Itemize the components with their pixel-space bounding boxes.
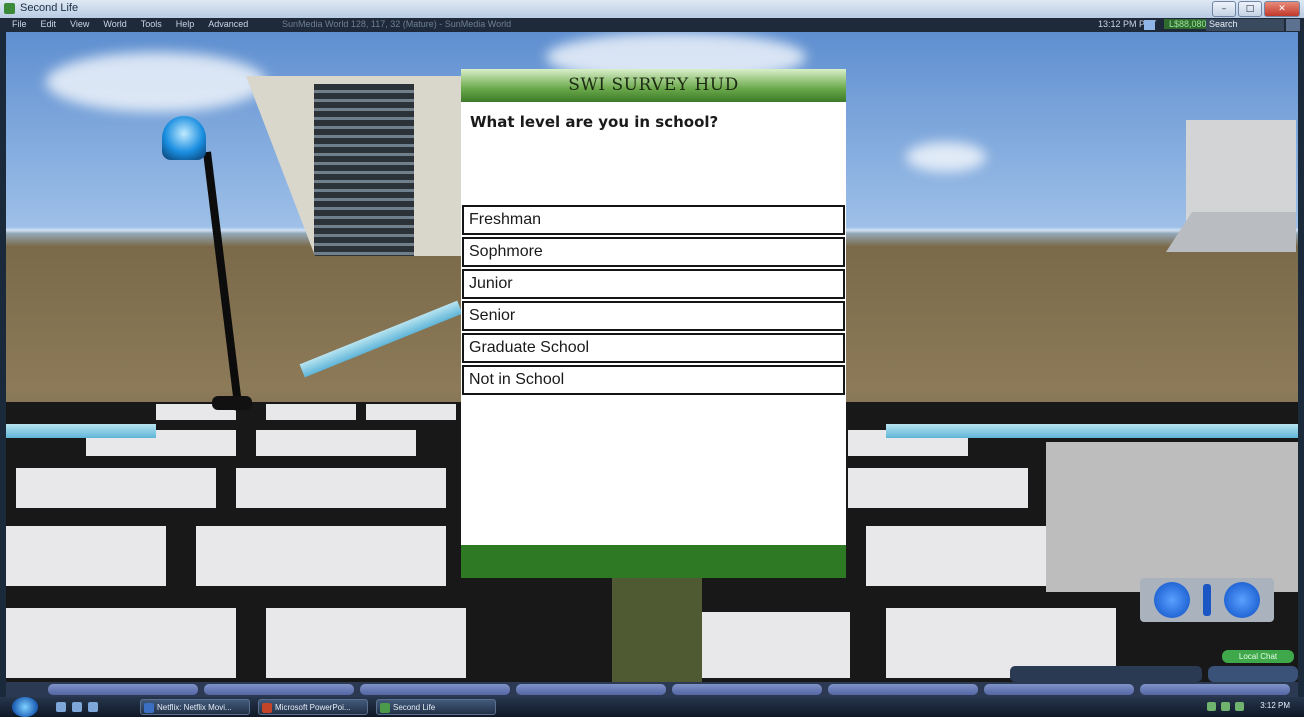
option-junior[interactable]: Junior <box>462 269 845 299</box>
volume-icon[interactable] <box>1221 702 1230 711</box>
maximize-button[interactable]: □ <box>1238 1 1262 17</box>
viewer-toolbar <box>6 682 1298 697</box>
floor-tile <box>700 612 850 678</box>
secondlife-icon <box>380 703 390 713</box>
water-channel <box>6 424 156 438</box>
search-input[interactable]: Search <box>1206 19 1284 31</box>
cloud <box>46 52 266 112</box>
answer-options: Freshman Sophmore Junior Senior Graduate… <box>462 205 845 397</box>
floor-tile <box>848 468 1028 508</box>
option-not-in-school[interactable]: Not in School <box>462 365 845 395</box>
survey-hud-panel: SWI SURVEY HUD What level are you in sch… <box>461 69 846 578</box>
avatar[interactable] <box>612 572 702 682</box>
menu-list: File Edit View World Tools Help Advanced <box>12 19 248 29</box>
water-channel <box>886 424 1298 438</box>
system-tray <box>1207 702 1244 711</box>
tower-windows <box>314 84 414 256</box>
search-button[interactable] <box>1286 19 1300 31</box>
taskbar-item-second-life[interactable]: Second Life <box>376 699 496 715</box>
hud-header: SWI SURVEY HUD <box>461 69 846 102</box>
toolbar-button[interactable] <box>984 684 1134 695</box>
menu-tools[interactable]: Tools <box>141 19 162 29</box>
menu-bar: File Edit View World Tools Help Advanced… <box>0 18 1304 32</box>
location-readout[interactable]: SunMedia World 128, 117, 32 (Mature) - S… <box>282 19 511 29</box>
floor-tile <box>366 404 456 420</box>
hud-title: SWI SURVEY HUD <box>568 75 739 95</box>
window-title-bar: Second Life – □ ✕ <box>0 0 1304 19</box>
local-chat-button[interactable]: Local Chat <box>1222 650 1294 663</box>
floor-tile <box>16 468 216 508</box>
taskbar-item-label: Netflix: Netflix Movi... <box>157 703 232 712</box>
pan-control-icon[interactable] <box>1224 582 1260 618</box>
menu-help[interactable]: Help <box>176 19 195 29</box>
network-icon[interactable] <box>1207 702 1216 711</box>
taskbar-clock[interactable]: 3:12 PM <box>1260 701 1290 710</box>
lamp-base <box>212 396 252 410</box>
glass-tower-building <box>246 76 476 256</box>
explorer-icon[interactable] <box>88 702 98 712</box>
option-senior[interactable]: Senior <box>462 301 845 331</box>
stone-pavement <box>1046 442 1298 592</box>
start-button[interactable] <box>12 697 38 717</box>
lamp-light <box>162 116 206 160</box>
currency-icon <box>1144 20 1155 30</box>
balance-badge[interactable]: L$88,080 <box>1164 19 1212 29</box>
hud-footer <box>461 545 846 578</box>
floor-tile <box>196 526 446 586</box>
floor-tile <box>266 404 356 420</box>
option-freshman[interactable]: Freshman <box>462 205 845 235</box>
toolbar-button[interactable] <box>516 684 666 695</box>
quick-launch <box>56 702 98 712</box>
cloud <box>906 142 986 172</box>
menu-file[interactable]: File <box>12 19 27 29</box>
taskbar-item-label: Second Life <box>393 703 436 712</box>
browser-icon[interactable] <box>72 702 82 712</box>
toolbar-button[interactable] <box>1140 684 1290 695</box>
taskbar-item-label: Microsoft PowerPoi... <box>275 703 351 712</box>
lamp-post <box>203 151 243 411</box>
toolbar-button[interactable] <box>48 684 198 695</box>
menu-view[interactable]: View <box>70 19 89 29</box>
option-sophmore[interactable]: Sophmore <box>462 237 845 267</box>
menu-advanced[interactable]: Advanced <box>208 19 248 29</box>
camera-controls <box>1140 578 1274 622</box>
floor-tile <box>236 468 446 508</box>
water-channel <box>299 300 463 378</box>
menu-world[interactable]: World <box>103 19 126 29</box>
floor-tile <box>6 608 236 678</box>
os-taskbar: Netflix: Netflix Movi... Microsoft Power… <box>0 697 1304 717</box>
close-button[interactable]: ✕ <box>1264 1 1300 17</box>
security-icon[interactable] <box>1235 702 1244 711</box>
window-title: Second Life <box>20 2 79 14</box>
speak-controls[interactable] <box>1208 666 1298 682</box>
media-controls[interactable] <box>1010 666 1202 682</box>
window-controls: – □ ✕ <box>1212 1 1300 17</box>
netflix-icon <box>144 703 154 713</box>
orbit-control-icon[interactable] <box>1154 582 1190 618</box>
minimize-button[interactable]: – <box>1212 1 1236 17</box>
survey-question: What level are you in school? <box>470 113 719 131</box>
zoom-slider[interactable] <box>1203 584 1211 616</box>
menu-edit[interactable]: Edit <box>41 19 57 29</box>
second-life-app-icon <box>4 3 15 14</box>
taskbar-item-netflix[interactable]: Netflix: Netflix Movi... <box>140 699 250 715</box>
option-graduate-school[interactable]: Graduate School <box>462 333 845 363</box>
powerpoint-icon <box>262 703 272 713</box>
toolbar-button[interactable] <box>828 684 978 695</box>
floor-tile <box>866 526 1066 586</box>
floor-tile <box>256 430 416 456</box>
toolbar-button[interactable] <box>360 684 510 695</box>
show-desktop-icon[interactable] <box>56 702 66 712</box>
taskbar-item-powerpoint[interactable]: Microsoft PowerPoi... <box>258 699 368 715</box>
floor-tile <box>6 526 166 586</box>
floor-tile <box>266 608 466 678</box>
toolbar-button[interactable] <box>672 684 822 695</box>
toolbar-button[interactable] <box>204 684 354 695</box>
